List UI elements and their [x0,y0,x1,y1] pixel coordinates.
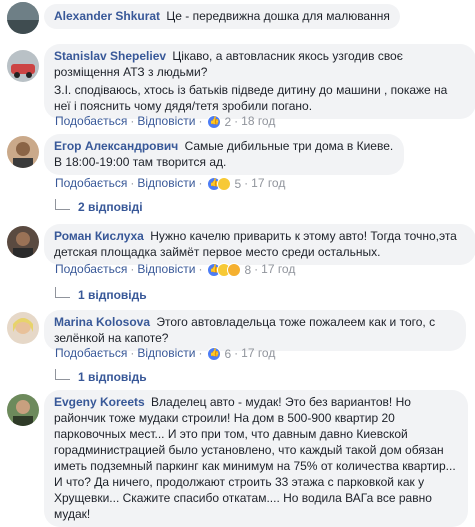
comment-text: Владелец авто - мудак! Это без вариантов… [54,395,456,521]
reply-link[interactable]: Відповісти [137,346,195,360]
haha-reaction-icon [217,176,232,191]
comment-time[interactable]: 17 год [251,176,285,190]
comment-6: Evgeny Koreets Владелец авто - мудак! Эт… [0,390,475,527]
avatar[interactable] [7,394,39,426]
comment-author[interactable]: Роман Кислуха [54,229,144,243]
comment-time[interactable]: 17 год [261,262,295,276]
comment-time[interactable]: 17 год [241,346,275,360]
avatar[interactable] [7,312,39,344]
comment-5: Marina Kolosova Этого автовладельца тоже… [0,308,475,386]
like-link[interactable]: Подобається [55,176,127,190]
like-link[interactable]: Подобається [55,114,127,128]
avatar[interactable] [7,2,39,34]
comment-text-2: З.І. сподіваюсь, хтось із батьків підвед… [54,83,448,113]
view-replies-link[interactable]: 2 відповіді [55,199,143,214]
reaction-count: 5 [234,176,242,191]
reply-arrow-icon [55,199,70,211]
comment-bubble: Marina Kolosova Этого автовладельца тоже… [44,310,466,351]
comment-author[interactable]: Stanislav Shepeliev [54,49,166,63]
wow-reaction-icon [227,262,242,277]
comment-4: Роман Кислуха Нужно качелю приварить к э… [0,222,475,302]
reply-arrow-icon [55,369,70,381]
comment-actions: Подобається·Відповісти·5·17 год [55,176,285,191]
reactions[interactable]: 5 [207,176,242,191]
comment-author[interactable]: Alexander Shkurat [54,9,160,23]
comment-actions: Подобається·Відповісти·8·17 год [55,262,295,277]
comment-actions: Подобається·Відповісти·2·18 год [55,114,275,129]
comment-3: Егор Александрович Самые дибильные три д… [0,132,475,214]
comment-text: Це - передвижна дошка для малювання [166,9,390,23]
comment-bubble: Егор Александрович Самые дибильные три д… [44,134,404,175]
reaction-count: 6 [224,346,232,361]
reply-link[interactable]: Відповісти [137,114,195,128]
like-link[interactable]: Подобається [55,262,127,276]
comment-author[interactable]: Егор Александрович [54,139,178,153]
reply-arrow-icon [55,287,70,299]
reply-link[interactable]: Відповісти [137,262,195,276]
comment-bubble: Роман Кислуха Нужно качелю приварить к э… [44,224,475,265]
avatar[interactable] [7,50,39,82]
reactions[interactable]: 2 [207,114,232,129]
comment-bubble: Stanislav Shepeliev Цікаво, а автовласни… [44,44,475,119]
comment-bubble: Evgeny Koreets Владелец авто - мудак! Эт… [44,390,468,527]
reactions[interactable]: 6 [207,346,232,361]
reactions[interactable]: 8 [207,262,252,277]
comment-time[interactable]: 18 год [241,114,275,128]
comment-author[interactable]: Marina Kolosova [54,315,150,329]
comment-author[interactable]: Evgeny Koreets [54,395,145,409]
avatar[interactable] [7,226,39,258]
view-replies-link[interactable]: 1 відповідь [55,287,147,302]
like-reaction-icon [207,346,222,361]
avatar[interactable] [7,136,39,168]
like-reaction-icon [207,114,222,129]
comment-2: Stanislav Shepeliev Цікаво, а автовласни… [0,44,475,136]
reaction-count: 8 [244,262,252,277]
reply-link[interactable]: Відповісти [137,176,195,190]
comment-bubble: Alexander Shkurat Це - передвижна дошка … [44,4,400,29]
view-replies-link[interactable]: 1 відповідь [55,369,147,384]
comment-actions: Подобається·Відповісти·6·17 год [55,346,275,361]
reaction-count: 2 [224,114,232,129]
like-link[interactable]: Подобається [55,346,127,360]
comment-1: Alexander Shkurat Це - передвижна дошка … [0,0,475,34]
